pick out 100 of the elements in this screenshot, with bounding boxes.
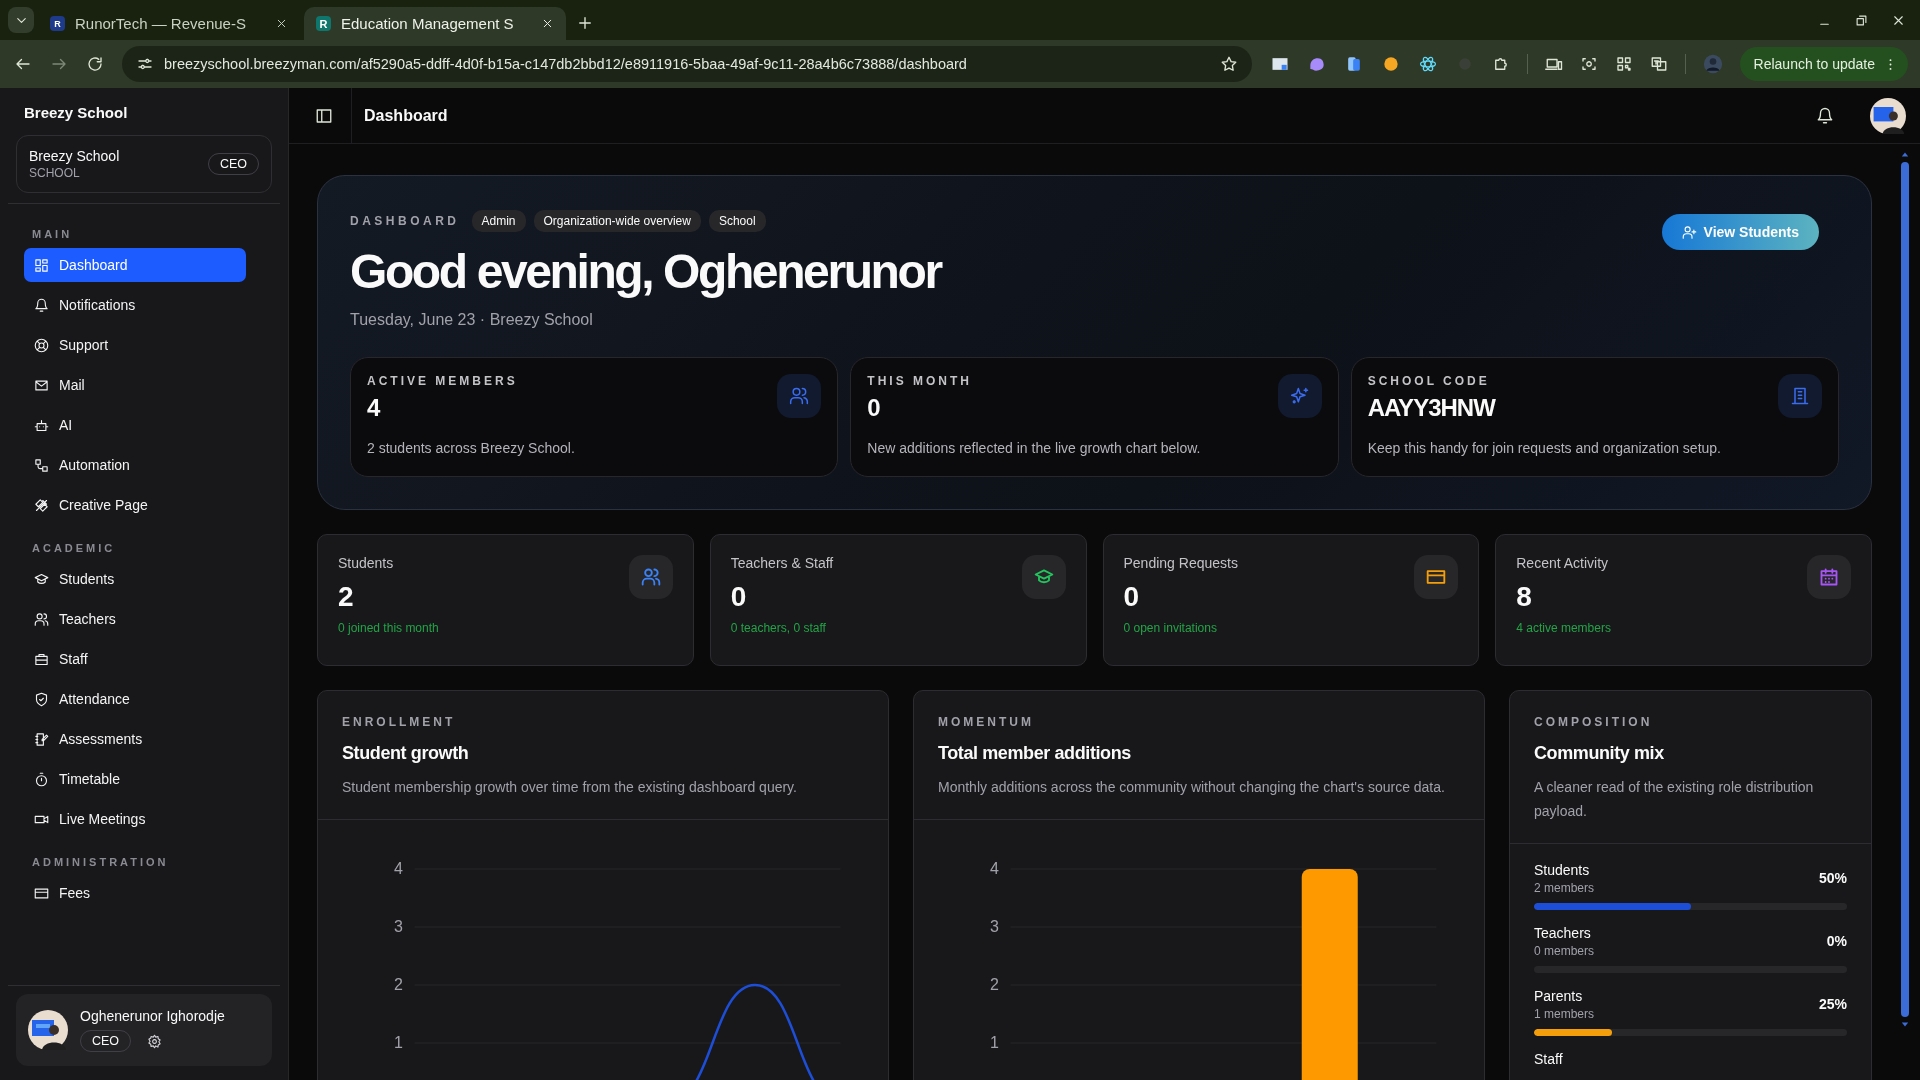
nav-item[interactable]: Dashboard xyxy=(24,248,246,282)
eyebrow-label: COMPOSITION xyxy=(1534,714,1654,729)
close-icon[interactable] xyxy=(275,17,288,30)
panel-title: Total member additions xyxy=(938,742,1132,764)
stat-note: 0 open invitations xyxy=(1123,620,1218,635)
nav-item[interactable]: Creative Page xyxy=(24,488,246,522)
axis-tick-label: 3 xyxy=(394,917,403,935)
users-icon xyxy=(777,373,822,418)
stat-label: Pending Requests xyxy=(1123,554,1238,571)
nav-item[interactable]: Timetable xyxy=(24,762,246,796)
page-title: Dashboard xyxy=(364,106,448,125)
settings-icon[interactable] xyxy=(147,1033,163,1049)
nav-item[interactable]: Support xyxy=(24,328,246,362)
stat-note: 0 joined this month xyxy=(338,620,439,635)
eyebrow-label: ENROLLMENT xyxy=(342,714,457,729)
nodes-icon xyxy=(34,457,49,473)
translate-icon[interactable] xyxy=(1649,55,1668,73)
nav-item[interactable]: Mail xyxy=(24,368,246,402)
reload-icon[interactable] xyxy=(86,55,104,73)
nav-item[interactable]: Students xyxy=(24,562,246,596)
nav-item[interactable]: Assessments xyxy=(24,722,246,756)
brand-name: Breezy School xyxy=(23,103,129,123)
close-icon[interactable] xyxy=(1891,13,1906,28)
card-note: New additions reflected in the live growth chart below. xyxy=(867,439,1202,456)
nav-item[interactable]: Live Meetings xyxy=(24,802,246,836)
section-heading: MAIN xyxy=(31,228,74,242)
grid-icon xyxy=(34,257,49,273)
browser-tab[interactable]: R Education Management S xyxy=(304,7,566,40)
browser-tab[interactable]: R RunorTech — Revenue-S xyxy=(38,7,300,40)
card-note: 2 students across Breezy School. xyxy=(367,439,576,456)
nav-item[interactable]: Automation xyxy=(24,448,246,482)
axis-tick-label: 2 xyxy=(990,975,999,993)
atom-icon[interactable] xyxy=(1417,54,1438,74)
organization-switcher[interactable]: Breezy School SCHOOL CEO xyxy=(16,135,272,193)
star-icon[interactable] xyxy=(1219,55,1238,73)
lifebuoy-icon xyxy=(34,337,49,353)
stat-label: Teachers & Staff xyxy=(730,554,834,571)
close-icon[interactable] xyxy=(541,17,554,30)
panel-description: A cleaner read of the existing role distribution payload. xyxy=(1534,777,1815,821)
card-label: SCHOOL CODE xyxy=(1367,373,1491,388)
panel-title: Student growth xyxy=(342,742,470,764)
section-heading: ADMINISTRATION xyxy=(31,856,170,870)
view-students-button[interactable]: View Students xyxy=(1661,214,1819,250)
shield-icon xyxy=(34,691,49,707)
qr-code-icon[interactable] xyxy=(1614,55,1633,73)
axis-tick-label: 2 xyxy=(394,975,403,993)
role-label: Staff xyxy=(1534,1050,1563,1067)
stat-value: 0 xyxy=(730,580,748,613)
screenshot-icon[interactable] xyxy=(1579,55,1598,73)
relaunch-button[interactable]: Relaunch to update xyxy=(1739,47,1908,81)
nav-item[interactable]: Notifications xyxy=(24,288,246,322)
axis-tick-label: 3 xyxy=(990,917,999,935)
users-icon xyxy=(34,611,49,627)
percentage: 25% xyxy=(1818,996,1847,1013)
bell-icon xyxy=(34,297,49,313)
mail-icon xyxy=(34,377,49,393)
date-subtitle: Tuesday, June 23 · Breezy School xyxy=(350,310,594,329)
address-bar[interactable]: breezyschool.breezyman.com/af5290a5-ddff-4d0f-b15a-c147db2bbd12/e8911916-5baa-49af-9c11-28a4b6c73888/dashboard xyxy=(122,46,1252,82)
stat-label: Students xyxy=(338,554,395,571)
tab-title: RunorTech — Revenue-S xyxy=(75,15,247,32)
tab-search-button[interactable] xyxy=(8,7,34,33)
organization-type: SCHOOL xyxy=(29,166,81,180)
nav-item[interactable]: Fees xyxy=(24,876,246,910)
eyebrow-label: DASHBOARD xyxy=(350,214,460,228)
stat-note: 0 teachers, 0 staff xyxy=(730,620,827,635)
new-tab-icon[interactable] xyxy=(576,14,594,32)
role-label: Teachers xyxy=(1534,924,1592,941)
role-label: Parents xyxy=(1534,987,1584,1004)
url-text: breezyschool.breezyman.com/af5290a5-ddff-4d0f-b15a-c147db2bbd12/e8911916-5baa-49af-9c11-28a4b6c73888/dashboard xyxy=(164,56,968,72)
greeting-heading: Good evening, Oghenerunor xyxy=(350,246,941,299)
tag: School xyxy=(708,210,766,232)
scroll-up-icon[interactable] xyxy=(1901,150,1909,158)
sidebar-toggle-icon[interactable] xyxy=(315,106,333,125)
scrollbar-thumb[interactable] xyxy=(1901,162,1909,1017)
user-name: Oghenerunor Ighorodje xyxy=(80,1008,225,1024)
role-label: Students xyxy=(1534,861,1591,878)
card-value: AAYY3HNW xyxy=(1367,393,1495,422)
nav-item[interactable]: Attendance xyxy=(24,682,246,716)
robot-icon xyxy=(34,417,49,433)
favicon: R xyxy=(50,16,65,31)
axis-tick-label: 1 xyxy=(394,1033,403,1051)
panel-description: Student membership growth over time from the existing dashboard query. xyxy=(342,777,798,797)
timer-icon xyxy=(34,771,49,787)
stat-label: Recent Activity xyxy=(1516,554,1610,571)
tab-title: Education Management S xyxy=(341,15,515,32)
member-count: 0 members xyxy=(1534,943,1595,958)
graduation-cap-icon xyxy=(34,571,49,587)
nav-item[interactable]: Staff xyxy=(24,642,246,676)
notebook-icon xyxy=(34,731,49,747)
stat-value: 8 xyxy=(1516,580,1533,613)
restore-icon[interactable] xyxy=(1854,13,1869,28)
axis-tick-label: 1 xyxy=(990,1033,999,1051)
axis-tick-label: 4 xyxy=(394,859,403,877)
bell-icon[interactable] xyxy=(1816,106,1834,125)
card-value: 4 xyxy=(367,393,381,422)
nav-item[interactable]: AI xyxy=(24,408,246,442)
tag: Organization-wide overview xyxy=(533,210,701,232)
nav-item[interactable]: Teachers xyxy=(24,602,246,636)
card-value: 0 xyxy=(867,393,881,422)
scroll-down-icon[interactable] xyxy=(1901,1021,1909,1029)
